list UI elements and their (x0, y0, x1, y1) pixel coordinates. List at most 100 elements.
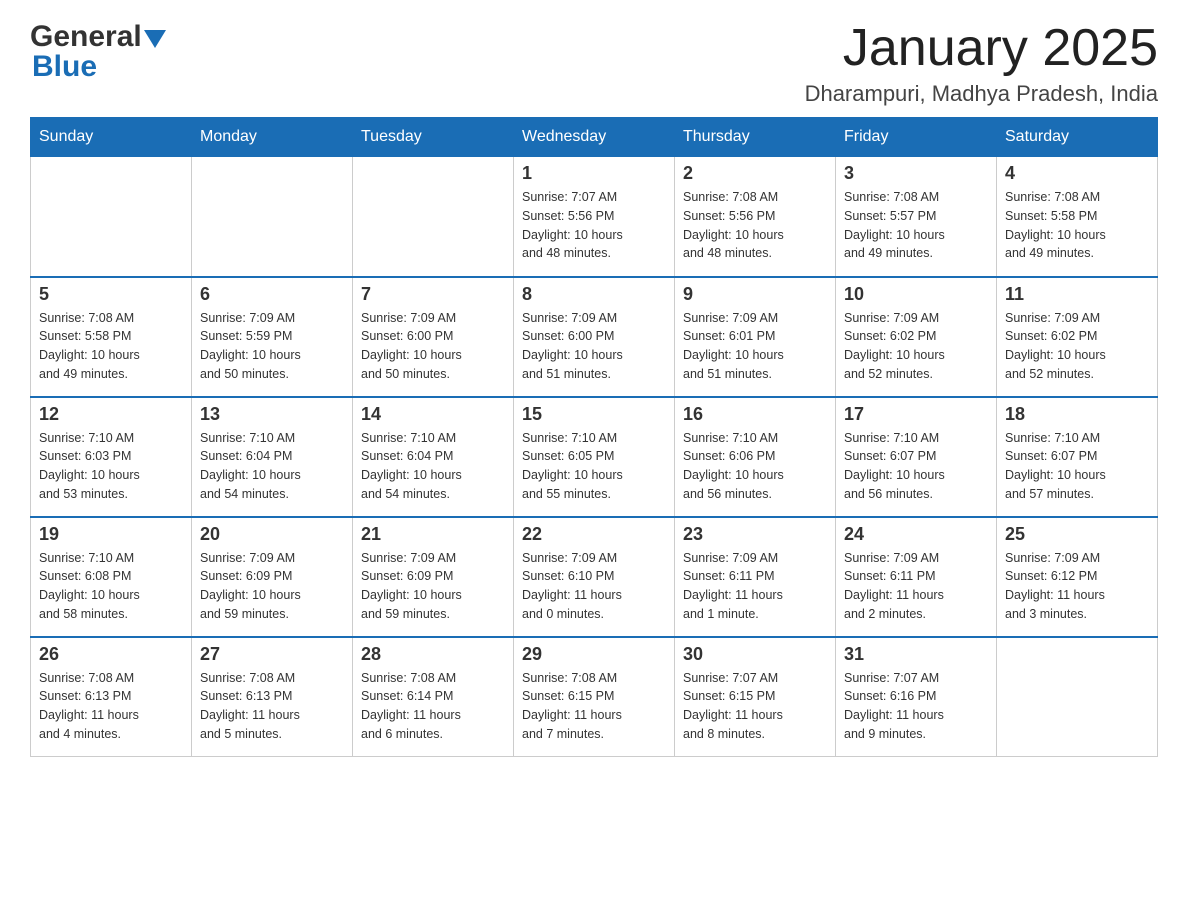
calendar-cell: 31 Sunrise: 7:07 AM Sunset: 6:16 PM Dayli… (836, 637, 997, 757)
day-info: Sunrise: 7:08 AM Sunset: 5:56 PM Dayligh… (683, 188, 827, 263)
day-number: 15 (522, 404, 666, 425)
day-info: Sunrise: 7:10 AM Sunset: 6:03 PM Dayligh… (39, 429, 183, 504)
day-number: 30 (683, 644, 827, 665)
day-info: Sunrise: 7:10 AM Sunset: 6:04 PM Dayligh… (200, 429, 344, 504)
day-number: 29 (522, 644, 666, 665)
calendar-week-row: 26 Sunrise: 7:08 AM Sunset: 6:13 PM Dayli… (31, 637, 1158, 757)
calendar-cell: 25Sunrise: 7:09 AM Sunset: 6:12 PM Dayli… (997, 517, 1158, 637)
calendar-cell (997, 637, 1158, 757)
day-number: 28 (361, 644, 505, 665)
calendar-cell: 24 Sunrise: 7:09 AM Sunset: 6:11 PM Dayli… (836, 517, 997, 637)
calendar-cell (31, 157, 192, 277)
day-info: Sunrise: 7:09 AM Sunset: 6:00 PM Dayligh… (522, 309, 666, 384)
calendar-table: SundayMondayTuesdayWednesdayThursdayFrid… (30, 117, 1158, 757)
day-info: Sunrise: 7:07 AM Sunset: 5:56 PM Dayligh… (522, 188, 666, 263)
day-info: Sunrise: 7:08 AM Sunset: 6:13 PM Dayligh… (200, 669, 344, 744)
day-number: 3 (844, 163, 988, 184)
col-header-monday: Monday (192, 118, 353, 157)
logo-blue-text: Blue (30, 50, 97, 84)
day-number: 7 (361, 284, 505, 305)
calendar-cell (192, 157, 353, 277)
calendar-header-row: SundayMondayTuesdayWednesdayThursdayFrid… (31, 118, 1158, 157)
calendar-cell: 23Sunrise: 7:09 AM Sunset: 6:11 PM Dayli… (675, 517, 836, 637)
day-info: Sunrise: 7:09 AM Sunset: 6:01 PM Dayligh… (683, 309, 827, 384)
day-info: Sunrise: 7:08 AM Sunset: 5:58 PM Dayligh… (1005, 188, 1149, 263)
calendar-subtitle: Dharampuri, Madhya Pradesh, India (805, 81, 1158, 107)
day-number: 25 (1005, 524, 1149, 545)
calendar-cell: 1 Sunrise: 7:07 AM Sunset: 5:56 PM Daylig… (514, 157, 675, 277)
day-info: Sunrise: 7:08 AM Sunset: 5:57 PM Dayligh… (844, 188, 988, 263)
day-number: 1 (522, 163, 666, 184)
day-info: Sunrise: 7:09 AM Sunset: 5:59 PM Dayligh… (200, 309, 344, 384)
day-number: 21 (361, 524, 505, 545)
calendar-cell (353, 157, 514, 277)
day-info: Sunrise: 7:10 AM Sunset: 6:07 PM Dayligh… (1005, 429, 1149, 504)
day-number: 13 (200, 404, 344, 425)
calendar-cell: 15Sunrise: 7:10 AM Sunset: 6:05 PM Dayli… (514, 397, 675, 517)
title-section: January 2025 Dharampuri, Madhya Pradesh,… (805, 20, 1158, 107)
calendar-cell: 20 Sunrise: 7:09 AM Sunset: 6:09 PM Dayli… (192, 517, 353, 637)
day-info: Sunrise: 7:10 AM Sunset: 6:07 PM Dayligh… (844, 429, 988, 504)
page-header: General Blue January 2025 Dharampuri, Ma… (30, 20, 1158, 107)
day-number: 27 (200, 644, 344, 665)
day-number: 5 (39, 284, 183, 305)
day-number: 8 (522, 284, 666, 305)
calendar-cell: 3 Sunrise: 7:08 AM Sunset: 5:57 PM Daylig… (836, 157, 997, 277)
day-number: 10 (844, 284, 988, 305)
calendar-cell: 29Sunrise: 7:08 AM Sunset: 6:15 PM Dayli… (514, 637, 675, 757)
col-header-saturday: Saturday (997, 118, 1158, 157)
col-header-tuesday: Tuesday (353, 118, 514, 157)
calendar-title: January 2025 (805, 20, 1158, 77)
day-info: Sunrise: 7:08 AM Sunset: 6:13 PM Dayligh… (39, 669, 183, 744)
day-number: 26 (39, 644, 183, 665)
calendar-week-row: 1 Sunrise: 7:07 AM Sunset: 5:56 PM Daylig… (31, 157, 1158, 277)
day-info: Sunrise: 7:10 AM Sunset: 6:06 PM Dayligh… (683, 429, 827, 504)
calendar-cell: 22Sunrise: 7:09 AM Sunset: 6:10 PM Dayli… (514, 517, 675, 637)
day-info: Sunrise: 7:09 AM Sunset: 6:09 PM Dayligh… (200, 549, 344, 624)
logo-triangle-icon (144, 30, 166, 48)
day-number: 20 (200, 524, 344, 545)
calendar-cell: 17Sunrise: 7:10 AM Sunset: 6:07 PM Dayli… (836, 397, 997, 517)
calendar-cell: 6 Sunrise: 7:09 AM Sunset: 5:59 PM Daylig… (192, 277, 353, 397)
col-header-thursday: Thursday (675, 118, 836, 157)
day-info: Sunrise: 7:10 AM Sunset: 6:08 PM Dayligh… (39, 549, 183, 624)
calendar-cell: 9 Sunrise: 7:09 AM Sunset: 6:01 PM Daylig… (675, 277, 836, 397)
day-number: 11 (1005, 284, 1149, 305)
col-header-wednesday: Wednesday (514, 118, 675, 157)
calendar-cell: 26 Sunrise: 7:08 AM Sunset: 6:13 PM Dayli… (31, 637, 192, 757)
day-number: 22 (522, 524, 666, 545)
calendar-cell: 2Sunrise: 7:08 AM Sunset: 5:56 PM Daylig… (675, 157, 836, 277)
day-number: 16 (683, 404, 827, 425)
calendar-cell: 13 Sunrise: 7:10 AM Sunset: 6:04 PM Dayli… (192, 397, 353, 517)
col-header-sunday: Sunday (31, 118, 192, 157)
day-info: Sunrise: 7:09 AM Sunset: 6:11 PM Dayligh… (844, 549, 988, 624)
day-number: 12 (39, 404, 183, 425)
calendar-cell: 5 Sunrise: 7:08 AM Sunset: 5:58 PM Daylig… (31, 277, 192, 397)
calendar-cell: 12 Sunrise: 7:10 AM Sunset: 6:03 PM Dayli… (31, 397, 192, 517)
calendar-cell: 11Sunrise: 7:09 AM Sunset: 6:02 PM Dayli… (997, 277, 1158, 397)
calendar-cell: 7 Sunrise: 7:09 AM Sunset: 6:00 PM Daylig… (353, 277, 514, 397)
day-number: 18 (1005, 404, 1149, 425)
calendar-week-row: 19Sunrise: 7:10 AM Sunset: 6:08 PM Dayli… (31, 517, 1158, 637)
calendar-cell: 14Sunrise: 7:10 AM Sunset: 6:04 PM Dayli… (353, 397, 514, 517)
day-info: Sunrise: 7:09 AM Sunset: 6:00 PM Dayligh… (361, 309, 505, 384)
day-info: Sunrise: 7:09 AM Sunset: 6:11 PM Dayligh… (683, 549, 827, 624)
calendar-cell: 21 Sunrise: 7:09 AM Sunset: 6:09 PM Dayli… (353, 517, 514, 637)
day-info: Sunrise: 7:07 AM Sunset: 6:15 PM Dayligh… (683, 669, 827, 744)
day-info: Sunrise: 7:09 AM Sunset: 6:09 PM Dayligh… (361, 549, 505, 624)
day-number: 6 (200, 284, 344, 305)
calendar-cell: 8 Sunrise: 7:09 AM Sunset: 6:00 PM Daylig… (514, 277, 675, 397)
logo-general-text: General (30, 20, 142, 54)
day-info: Sunrise: 7:07 AM Sunset: 6:16 PM Dayligh… (844, 669, 988, 744)
day-number: 24 (844, 524, 988, 545)
calendar-cell: 19Sunrise: 7:10 AM Sunset: 6:08 PM Dayli… (31, 517, 192, 637)
calendar-cell: 28 Sunrise: 7:08 AM Sunset: 6:14 PM Dayli… (353, 637, 514, 757)
day-info: Sunrise: 7:08 AM Sunset: 6:14 PM Dayligh… (361, 669, 505, 744)
calendar-cell: 16 Sunrise: 7:10 AM Sunset: 6:06 PM Dayli… (675, 397, 836, 517)
day-info: Sunrise: 7:09 AM Sunset: 6:02 PM Dayligh… (844, 309, 988, 384)
day-info: Sunrise: 7:08 AM Sunset: 5:58 PM Dayligh… (39, 309, 183, 384)
col-header-friday: Friday (836, 118, 997, 157)
day-number: 31 (844, 644, 988, 665)
calendar-cell: 30 Sunrise: 7:07 AM Sunset: 6:15 PM Dayli… (675, 637, 836, 757)
day-number: 9 (683, 284, 827, 305)
